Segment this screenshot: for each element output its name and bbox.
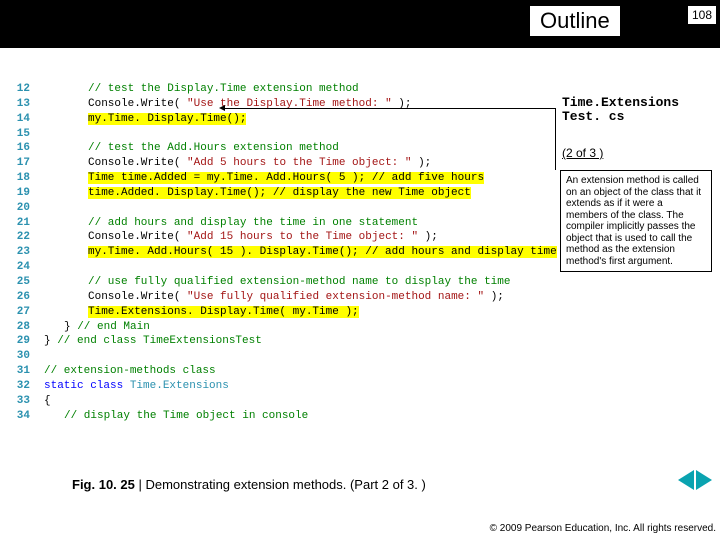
code-line: 33{ xyxy=(8,394,548,409)
figure-text: Demonstrating extension methods. (Part 2… xyxy=(145,477,425,492)
part-label: (2 of 3 ) xyxy=(562,146,603,160)
next-slide-button[interactable] xyxy=(696,470,712,490)
nav-arrows xyxy=(678,470,712,490)
code-line: 14my.Time. Display.Time(); xyxy=(8,112,548,127)
callout-arrow-drop xyxy=(555,108,556,170)
code-line: 20 xyxy=(8,201,548,216)
code-line: 28} // end Main xyxy=(8,320,548,335)
page-number: 108 xyxy=(688,6,716,24)
code-line: 17Console.Write( "Add 5 hours to the Tim… xyxy=(8,156,548,171)
code-line: 27Time.Extensions. Display.Time( my.Time… xyxy=(8,305,548,320)
code-line: 13Console.Write( "Use the Display.Time m… xyxy=(8,97,548,112)
code-line: 16// test the Add.Hours extension method xyxy=(8,141,548,156)
figure-sep: | xyxy=(135,477,146,492)
code-line: 29} // end class TimeExtensionsTest xyxy=(8,334,548,349)
prev-slide-button[interactable] xyxy=(678,470,694,490)
code-line: 24 xyxy=(8,260,548,275)
code-line: 23my.Time. Add.Hours( 15 ). Display.Time… xyxy=(8,245,548,260)
filename-label: Time.Extensions Test. cs xyxy=(562,96,679,125)
slide-title: Outline xyxy=(530,6,620,36)
callout-arrow xyxy=(225,108,555,109)
figure-caption: Fig. 10. 25 | Demonstrating extension me… xyxy=(72,477,426,492)
filename-line1: Time.Extensions xyxy=(562,95,679,110)
code-line: 34// display the Time object in console xyxy=(8,409,548,424)
code-line: 30 xyxy=(8,349,548,364)
filename-line2: Test. cs xyxy=(562,109,624,124)
figure-number: Fig. 10. 25 xyxy=(72,477,135,492)
code-listing: 12// test the Display.Time extension met… xyxy=(8,82,548,423)
code-line: 26Console.Write( "Use fully qualified ex… xyxy=(8,290,548,305)
code-line: 21// add hours and display the time in o… xyxy=(8,216,548,231)
code-line: 19time.Added. Display.Time(); // display… xyxy=(8,186,548,201)
code-line: 15 xyxy=(8,127,548,142)
code-line: 18Time time.Added = my.Time. Add.Hours( … xyxy=(8,171,548,186)
code-line: 12// test the Display.Time extension met… xyxy=(8,82,548,97)
code-line: 31// extension-methods class xyxy=(8,364,548,379)
annotation-callout: An extension method is called on an obje… xyxy=(560,170,712,272)
code-line: 22Console.Write( "Add 15 hours to the Ti… xyxy=(8,230,548,245)
code-line: 32static class Time.Extensions xyxy=(8,379,548,394)
code-line: 25// use fully qualified extension-metho… xyxy=(8,275,548,290)
copyright-text: © 2009 Pearson Education, Inc. All right… xyxy=(490,523,716,535)
